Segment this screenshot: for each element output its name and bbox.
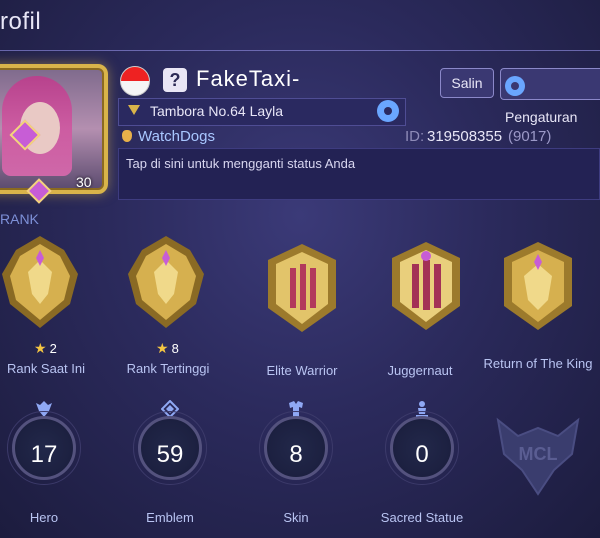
status-text: Tap di sini untuk mengganti status Anda [126, 156, 356, 171]
indonesia-flag-icon [120, 66, 150, 96]
skin-count: 8 [289, 441, 303, 468]
copy-button[interactable]: Salin [440, 68, 494, 98]
current-rank-label: Rank Saat Ini [6, 361, 86, 376]
highest-rank-medal-icon[interactable] [120, 232, 212, 332]
hero-label: Hero [29, 510, 59, 525]
squad-name: Tambora No.64 Layla [150, 103, 284, 119]
hero-count: 17 [30, 441, 58, 468]
help-icon[interactable]: ? [163, 68, 187, 92]
settings-button[interactable]: Pengaturan [500, 68, 600, 125]
star-icon: ★ [156, 340, 169, 356]
settings-button-label: Pengaturan [505, 109, 578, 125]
level-badge: 30 [76, 174, 92, 190]
statue-label: Sacred Statue [380, 510, 464, 525]
player-id: 319508355 [427, 128, 503, 145]
juggernaut-medal-icon[interactable] [378, 236, 474, 336]
page-title: rofil [0, 8, 42, 35]
highest-rank-label: Rank Tertinggi [126, 361, 210, 376]
return-of-the-king-label: Return of The King [483, 356, 593, 371]
elite-warrior-label: Elite Warrior [266, 363, 338, 378]
server-id: (9017) [508, 128, 552, 145]
apple-icon [122, 130, 132, 142]
squad-gear-icon[interactable] [377, 100, 399, 122]
player-name: FakeTaxi- [196, 66, 301, 91]
header-divider [0, 50, 600, 51]
star-icon: ★ [34, 340, 47, 356]
juggernaut-label: Juggernaut [387, 363, 453, 378]
elite-warrior-medal-icon[interactable] [254, 238, 350, 338]
mcl-logo-icon: MCL [496, 417, 580, 496]
highest-rank-stars: ★ 8 [156, 340, 179, 356]
rank-section-label: RANK [0, 211, 39, 227]
skin-label: Skin [283, 510, 309, 525]
emblem-count: 59 [156, 441, 184, 468]
current-rank-stars: ★ 2 [34, 340, 57, 356]
return-of-the-king-medal-icon[interactable] [490, 236, 586, 336]
emblem-label: Emblem [146, 510, 194, 525]
gear-icon [505, 76, 525, 97]
id-prefix: ID: [405, 128, 425, 145]
statue-count: 0 [415, 441, 429, 468]
current-rank-medal-icon[interactable] [0, 232, 86, 332]
platform-label: WatchDogs [138, 128, 215, 145]
mcl-logo-text: MCL [519, 444, 558, 464]
